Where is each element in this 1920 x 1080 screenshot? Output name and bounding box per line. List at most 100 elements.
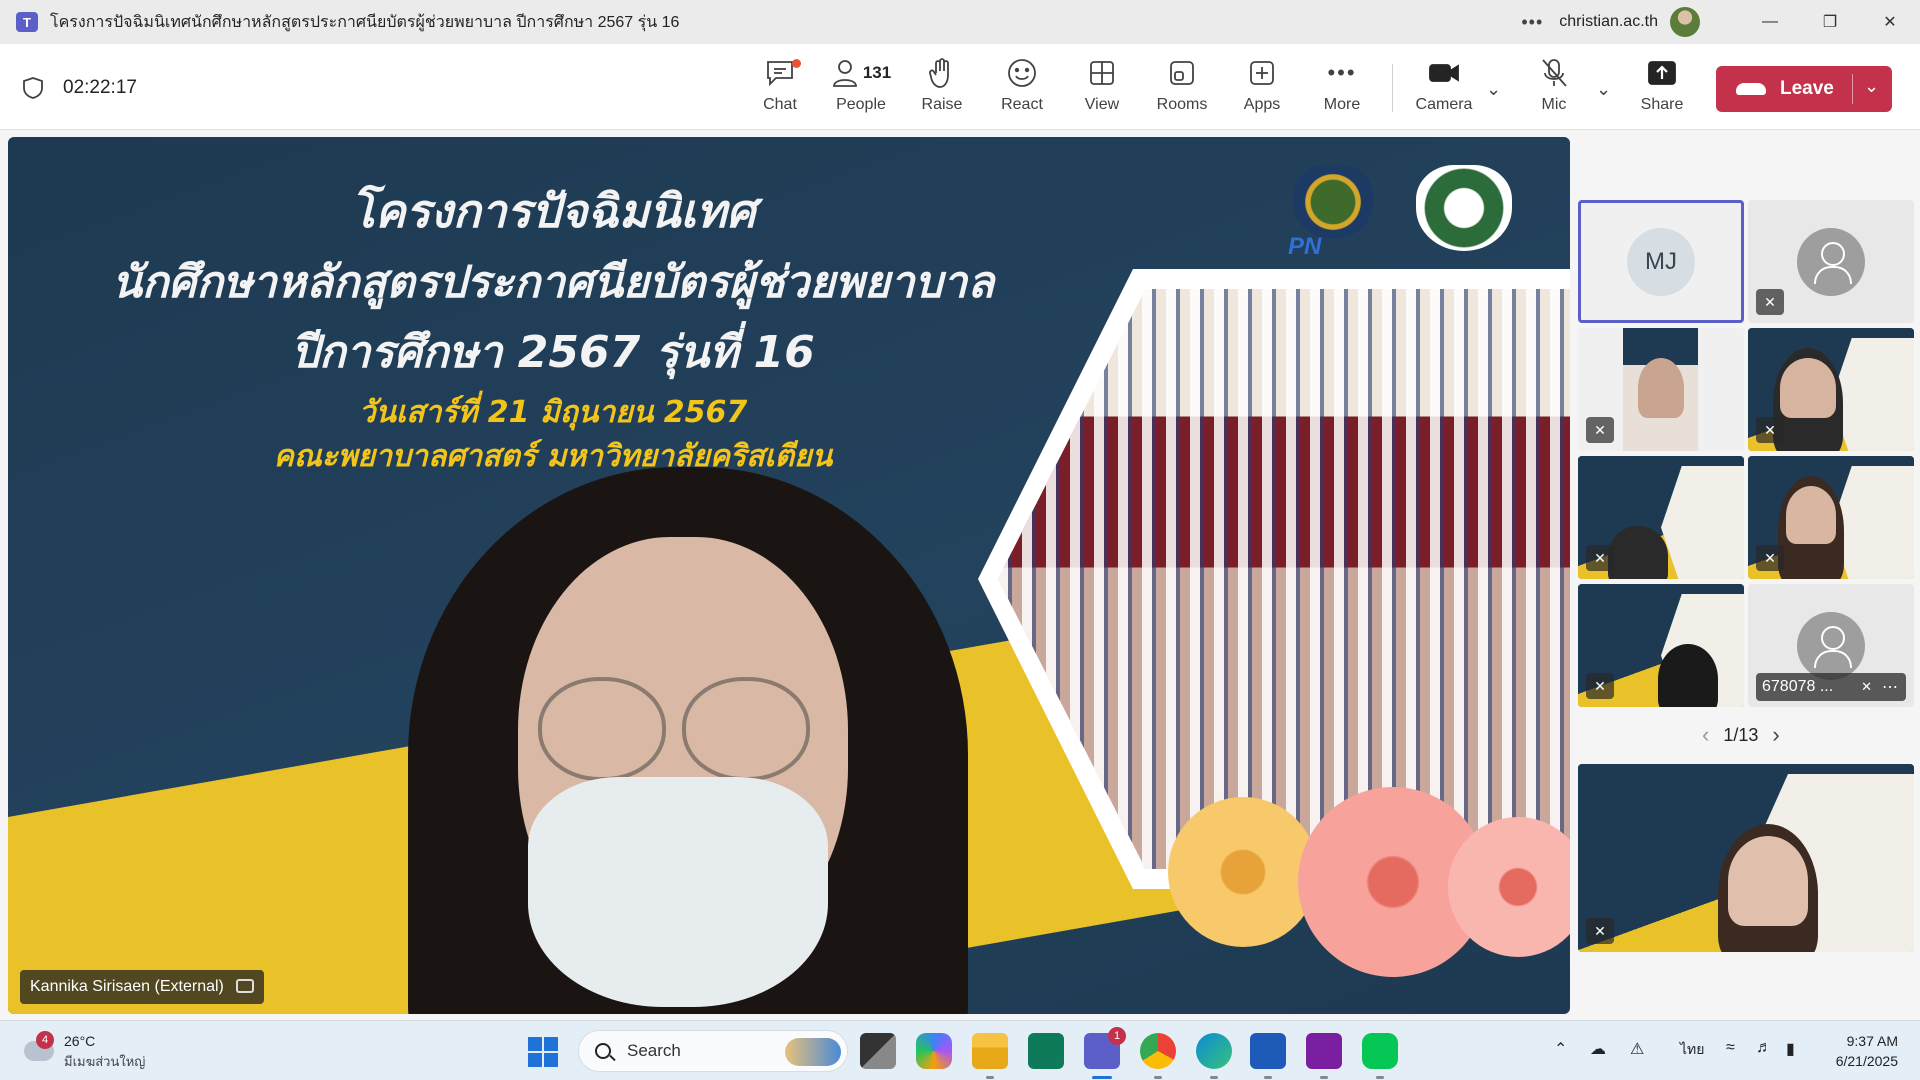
ellipsis-icon[interactable]: ••• — [1521, 12, 1543, 33]
people-button[interactable]: 131 People — [824, 56, 898, 120]
leave-divider — [1852, 74, 1853, 104]
people-count: 131 — [862, 63, 892, 82]
more-button[interactable]: ••• More — [1306, 56, 1378, 120]
more-icon: ••• — [1327, 60, 1357, 85]
participant-tile[interactable]: 678078 ... ✕ ⋯ — [1748, 584, 1914, 707]
previous-page-icon[interactable]: ‹ — [1702, 722, 1709, 748]
rooms-button[interactable]: Rooms — [1146, 56, 1218, 120]
nursing-program-logo — [1293, 165, 1373, 239]
share-icon — [1648, 61, 1676, 85]
weather-badge: 4 — [36, 1031, 54, 1049]
participant-tile[interactable]: ✕ — [1748, 328, 1914, 451]
person-icon — [1797, 227, 1865, 296]
participant-tile[interactable]: ✕ — [1748, 200, 1914, 323]
chat-notification-dot — [792, 59, 801, 68]
gallery-pager: ‹ 1/13 › — [1688, 722, 1794, 748]
line-app-icon[interactable] — [1362, 1033, 1398, 1079]
file-explorer-icon[interactable] — [972, 1033, 1008, 1079]
more-options-icon[interactable]: ⋯ — [1882, 677, 1898, 697]
logo-pn-text: PN — [1288, 233, 1322, 260]
grid-view-icon — [1090, 61, 1114, 85]
add-app-icon — [1250, 61, 1274, 85]
mic-label: Mic — [1541, 96, 1567, 113]
battery-icon[interactable]: ▮ — [1786, 1039, 1795, 1059]
close-button[interactable]: ✕ — [1860, 0, 1920, 44]
chat-label: Chat — [763, 96, 797, 113]
account-avatar[interactable] — [1670, 7, 1700, 37]
mic-off-icon: ✕ — [1756, 289, 1784, 315]
edge-icon[interactable] — [1196, 1033, 1232, 1079]
apps-button[interactable]: Apps — [1226, 56, 1298, 120]
participant-tile[interactable]: ✕ — [1578, 584, 1744, 707]
temperature: 26°C — [64, 1033, 96, 1049]
flower-decoration — [1168, 797, 1318, 947]
tray-chevron-icon[interactable]: ⌃ — [1554, 1039, 1567, 1059]
clock-time: 9:37 AM — [1846, 1033, 1898, 1049]
smiley-icon — [1008, 59, 1036, 87]
mic-off-icon: ✕ — [1586, 918, 1614, 944]
participant-tile[interactable]: ✕ — [1578, 456, 1744, 579]
weather-condition: มีเมฆส่วนใหญ่ — [64, 1054, 146, 1069]
slide-title-line-2: นักศึกษาหลักสูตรประกาศนียบัตรผู้ช่วยพยาบ… — [111, 257, 995, 308]
leave-button[interactable]: Leave ⌄ — [1716, 66, 1892, 112]
chrome-icon[interactable] — [1140, 1033, 1176, 1079]
word-icon[interactable] — [1250, 1033, 1286, 1079]
main-video-stage[interactable]: โครงการปัจฉิมนิเทศ นักศึกษาหลักสูตรประกา… — [8, 137, 1570, 1014]
weather-widget[interactable]: 4 26°C มีเมฆส่วนใหญ่ — [20, 1031, 170, 1071]
mic-off-icon: ✕ — [1586, 417, 1614, 443]
onedrive-icon[interactable]: ☁ — [1590, 1039, 1606, 1059]
speaker-name: Kannika Sirisaen (External) — [30, 978, 224, 995]
mic-button[interactable]: Mic — [1518, 56, 1590, 120]
teams-app-icon[interactable]: 1 — [1084, 1027, 1126, 1079]
react-label: React — [1001, 96, 1043, 113]
video-status-icon — [235, 979, 254, 993]
participant-tile[interactable]: ✕ — [1578, 328, 1744, 451]
raise-label: Raise — [921, 96, 963, 113]
camera-button[interactable]: Camera — [1408, 56, 1480, 120]
share-label: Share — [1640, 96, 1684, 113]
share-button[interactable]: Share — [1626, 56, 1698, 120]
mic-off-icon[interactable]: ⚠ — [1630, 1039, 1644, 1059]
mic-off-icon: ✕ — [1861, 679, 1872, 694]
mic-off-icon — [1542, 59, 1567, 87]
restore-button[interactable]: ❐ — [1800, 0, 1860, 44]
app-g-icon[interactable] — [1306, 1033, 1342, 1079]
raise-hand-button[interactable]: Raise — [906, 56, 978, 120]
copilot-icon[interactable] — [916, 1033, 952, 1069]
leave-options-chevron-icon[interactable]: ⌄ — [1864, 76, 1879, 97]
self-tile[interactable]: MJ — [1578, 200, 1744, 323]
search-icon — [595, 1043, 611, 1059]
wifi-icon[interactable]: ≈ — [1726, 1039, 1735, 1057]
minimize-button[interactable]: — — [1740, 0, 1800, 44]
system-clock[interactable]: 9:37 AM 6/21/2025 — [1836, 1031, 1898, 1071]
camera-icon — [1429, 64, 1459, 82]
input-language[interactable]: ไทย — [1680, 1039, 1704, 1061]
meeting-timer: 02:22:17 — [63, 77, 137, 98]
view-button[interactable]: View — [1066, 56, 1138, 120]
teams-logo-icon: T — [16, 12, 38, 32]
taskbar-search[interactable]: Search — [578, 1030, 848, 1072]
participant-name-tag: 678078 ... ✕ ⋯ — [1756, 673, 1906, 701]
content-share-tile[interactable]: ✕ — [1578, 764, 1914, 952]
rooms-label: Rooms — [1156, 96, 1208, 113]
mic-options-chevron-icon[interactable]: ⌄ — [1596, 79, 1611, 100]
chat-button[interactable]: Chat — [744, 56, 816, 120]
camera-label: Camera — [1415, 96, 1473, 113]
task-view-icon[interactable] — [860, 1033, 896, 1069]
participant-tile[interactable]: ✕ — [1748, 456, 1914, 579]
slide-date-line: วันเสาร์ที่ 21 มิถุนายน 2567 — [358, 395, 748, 430]
store-app-icon[interactable] — [1028, 1033, 1064, 1069]
view-label: View — [1084, 96, 1120, 113]
next-page-icon[interactable]: › — [1772, 722, 1779, 748]
apps-label: Apps — [1243, 96, 1281, 113]
react-button[interactable]: React — [986, 56, 1058, 120]
volume-icon[interactable]: ♬ — [1756, 1039, 1772, 1057]
start-button[interactable] — [528, 1037, 558, 1067]
camera-options-chevron-icon[interactable]: ⌄ — [1486, 79, 1501, 100]
account-name[interactable]: christian.ac.th — [1559, 13, 1658, 31]
slide-title-line-1: โครงการปัจฉิมนิเทศ — [350, 184, 756, 238]
leave-label: Leave — [1780, 78, 1834, 99]
page-indicator: 1/13 — [1723, 724, 1759, 745]
people-label: People — [836, 96, 886, 113]
search-highlight-image — [785, 1038, 841, 1066]
